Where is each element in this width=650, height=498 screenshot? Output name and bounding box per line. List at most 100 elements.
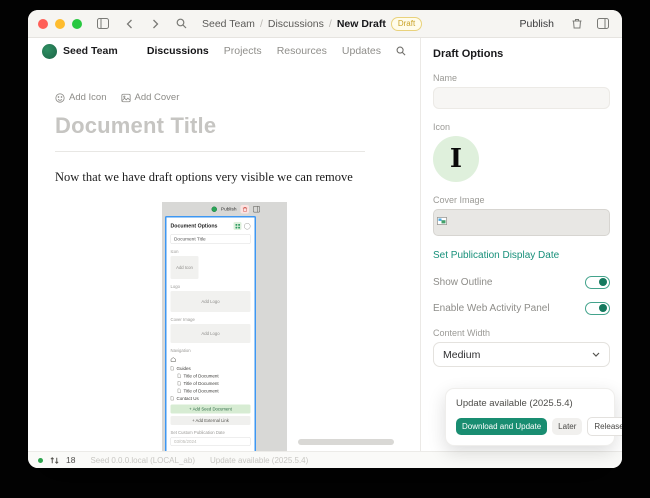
icon-label: Icon [433, 122, 610, 132]
breadcrumb-separator: / [260, 18, 263, 30]
document-icon [177, 389, 181, 394]
nav-resources[interactable]: Resources [277, 45, 327, 57]
add-cover-button[interactable]: Add Cover [121, 92, 180, 103]
embedded-toolbar: Publish [211, 205, 260, 214]
release-notes-button[interactable]: Release Notes [587, 417, 622, 436]
embedded-publish-label: Publish [220, 207, 236, 213]
cover-image-label: Cover Image [433, 195, 610, 205]
content-width-label: Content Width [433, 328, 610, 338]
content-width-select[interactable]: Medium [433, 342, 610, 367]
embedded-avatar [211, 207, 217, 213]
embedded-title-input: Document Title [170, 234, 250, 244]
close-window-button[interactable] [38, 19, 48, 29]
embedded-trash-icon [240, 205, 249, 214]
content-width-value: Medium [443, 349, 480, 361]
minimize-window-button[interactable] [55, 19, 65, 29]
breadcrumb-discussions[interactable]: Discussions [268, 18, 324, 30]
document-icon [170, 396, 174, 401]
update-toast-title: Update available (2025.5.4) [456, 398, 604, 409]
embedded-circle-icon [244, 223, 251, 230]
zoom-window-button[interactable] [72, 19, 82, 29]
enable-web-activity-panel-toggle[interactable] [585, 302, 610, 315]
set-publication-display-date-link[interactable]: Set Publication Display Date [433, 250, 559, 261]
cover-image-preview[interactable] [433, 209, 610, 236]
connection-status-dot [38, 458, 43, 463]
site-nav: Discussions Projects Resources Updates [147, 45, 406, 57]
document-paragraph[interactable]: Now that we have draft options very visi… [55, 170, 393, 185]
document-icon [177, 381, 181, 386]
download-and-update-button[interactable]: Download and Update [456, 418, 547, 435]
trash-icon[interactable] [568, 15, 586, 33]
panel-right-icon[interactable] [594, 15, 612, 33]
breadcrumb-separator: / [329, 18, 332, 30]
show-outline-row: Show Outline [433, 276, 610, 289]
embedded-nav-item: Title of Document [170, 372, 250, 380]
embedded-date-input [170, 437, 250, 446]
nav-projects[interactable]: Projects [224, 45, 262, 57]
embedded-icon-label: Icon [170, 249, 250, 254]
embedded-nav-item: Title of Document [170, 380, 250, 388]
embedded-nav-item: Title of Document [170, 387, 250, 395]
embedded-nav-item: Contact Us [170, 395, 250, 403]
web-activity-panel-row: Enable Web Activity Panel [433, 302, 610, 315]
team-name: Seed Team [63, 45, 118, 57]
broken-image-icon [437, 217, 447, 225]
breadcrumb-seed-team[interactable]: Seed Team [202, 18, 255, 30]
editor-header: Seed Team Discussions Projects Resources… [28, 38, 420, 64]
embedded-add-external-link-button: + Add External Link [170, 416, 250, 425]
enable-web-activity-panel-label: Enable Web Activity Panel [433, 303, 550, 314]
sidebar-toggle-icon[interactable] [94, 15, 112, 33]
show-outline-label: Show Outline [433, 277, 492, 288]
embedded-navigation-label: Navigation [170, 348, 250, 353]
draft-icon-preview[interactable]: I [433, 136, 479, 182]
title-divider [55, 151, 365, 152]
traffic-lights [38, 19, 82, 29]
forward-icon[interactable] [146, 15, 164, 33]
embedded-cover-image-label: Cover Image [170, 317, 250, 322]
embedded-add-icon-box: Add Icon [170, 256, 198, 279]
horizontal-scrollbar-thumb[interactable] [298, 439, 394, 445]
breadcrumb: Seed Team / Discussions / New Draft Draf… [202, 17, 422, 31]
embedded-grid-icon [233, 222, 241, 230]
version-label: Seed 0.0.0.local (LOCAL_ab) [90, 456, 195, 465]
update-toast: Update available (2025.5.4) Download and… [445, 388, 615, 446]
embedded-add-logo-box: Add Logo [170, 291, 250, 312]
embedded-home-icon [170, 356, 250, 365]
later-button[interactable]: Later [552, 418, 582, 435]
titlebar: Seed Team / Discussions / New Draft Draf… [28, 10, 622, 38]
embedded-document-options-panel: Document Options Document Title [165, 216, 256, 451]
embedded-add-cover-box: Add Logo [170, 324, 250, 343]
search-icon[interactable] [172, 15, 190, 33]
embedded-screenshot-image[interactable]: Publish Document Options [162, 202, 287, 451]
name-input[interactable] [433, 87, 610, 109]
sync-icon[interactable] [50, 456, 59, 465]
add-icon-button[interactable]: Add Icon [55, 92, 107, 103]
show-outline-toggle[interactable] [585, 276, 610, 289]
back-icon[interactable] [120, 15, 138, 33]
team-logo-icon [42, 44, 57, 59]
nav-discussions[interactable]: Discussions [147, 45, 209, 57]
smiley-icon [55, 93, 65, 103]
publish-button[interactable]: Publish [514, 16, 560, 32]
document-meta-actions: Add Icon Add Cover [55, 92, 393, 103]
embedded-nav-item: Guides [170, 365, 250, 373]
breadcrumb-new-draft[interactable]: New Draft [337, 18, 386, 30]
toggle-knob [599, 278, 607, 286]
nav-search-icon[interactable] [396, 46, 406, 56]
team-brand[interactable]: Seed Team [42, 44, 118, 59]
screenshot-stage: Seed Team / Discussions / New Draft Draf… [0, 0, 650, 498]
draft-status-badge: Draft [391, 17, 422, 31]
nav-updates[interactable]: Updates [342, 45, 381, 57]
editor-pane: Seed Team Discussions Projects Resources… [28, 38, 420, 451]
embedded-panel-icon [253, 206, 260, 213]
document-title-input[interactable]: Document Title [55, 113, 393, 139]
statusbar: 18 Seed 0.0.0.local (LOCAL_ab) Update av… [28, 451, 622, 468]
editor-content: Add Icon Add Cover Document Title Now th… [28, 64, 420, 451]
sidebar-title: Draft Options [433, 48, 610, 60]
name-label: Name [433, 73, 610, 83]
embedded-set-custom-publication-date-label: Set Custom Publication Date [170, 430, 250, 435]
document-icon [170, 366, 174, 371]
image-icon [121, 93, 131, 103]
embedded-screenshot-canvas: Publish Document Options [162, 202, 287, 451]
sync-count: 18 [66, 455, 75, 465]
